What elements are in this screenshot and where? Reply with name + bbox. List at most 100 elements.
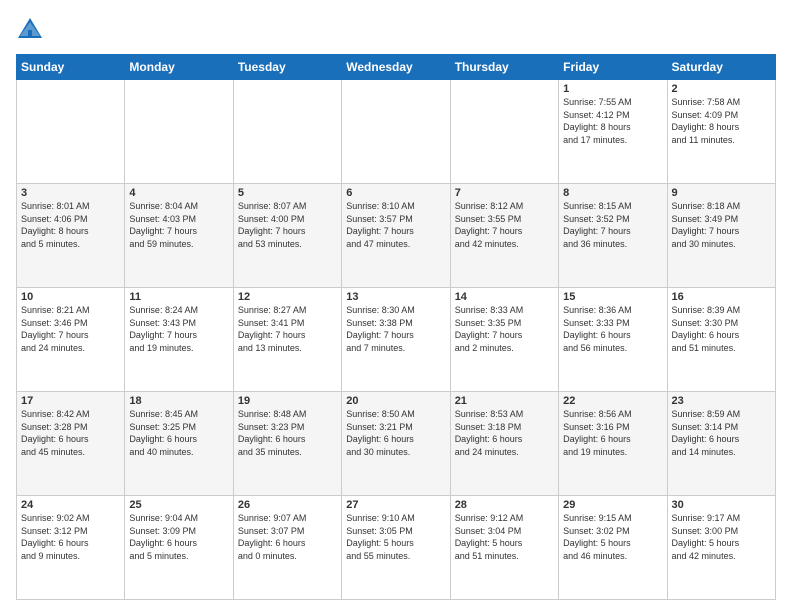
day-number: 17: [21, 395, 120, 407]
day-number: 13: [346, 291, 445, 303]
calendar-cell: 14Sunrise: 8:33 AM Sunset: 3:35 PM Dayli…: [450, 288, 558, 392]
weekday-header-friday: Friday: [559, 55, 667, 80]
calendar-week-row: 24Sunrise: 9:02 AM Sunset: 3:12 PM Dayli…: [17, 496, 776, 600]
calendar-cell: 30Sunrise: 9:17 AM Sunset: 3:00 PM Dayli…: [667, 496, 775, 600]
calendar-cell: 23Sunrise: 8:59 AM Sunset: 3:14 PM Dayli…: [667, 392, 775, 496]
day-info: Sunrise: 8:18 AM Sunset: 3:49 PM Dayligh…: [672, 200, 771, 250]
day-info: Sunrise: 8:39 AM Sunset: 3:30 PM Dayligh…: [672, 304, 771, 354]
calendar-cell: 15Sunrise: 8:36 AM Sunset: 3:33 PM Dayli…: [559, 288, 667, 392]
page: SundayMondayTuesdayWednesdayThursdayFrid…: [0, 0, 792, 612]
calendar-cell: [450, 80, 558, 184]
day-info: Sunrise: 9:10 AM Sunset: 3:05 PM Dayligh…: [346, 512, 445, 562]
day-number: 9: [672, 187, 771, 199]
calendar-cell: 9Sunrise: 8:18 AM Sunset: 3:49 PM Daylig…: [667, 184, 775, 288]
day-info: Sunrise: 7:58 AM Sunset: 4:09 PM Dayligh…: [672, 96, 771, 146]
weekday-header-wednesday: Wednesday: [342, 55, 450, 80]
day-number: 22: [563, 395, 662, 407]
day-info: Sunrise: 9:02 AM Sunset: 3:12 PM Dayligh…: [21, 512, 120, 562]
calendar-cell: 2Sunrise: 7:58 AM Sunset: 4:09 PM Daylig…: [667, 80, 775, 184]
calendar-cell: 10Sunrise: 8:21 AM Sunset: 3:46 PM Dayli…: [17, 288, 125, 392]
day-number: 15: [563, 291, 662, 303]
day-number: 21: [455, 395, 554, 407]
day-info: Sunrise: 9:07 AM Sunset: 3:07 PM Dayligh…: [238, 512, 337, 562]
calendar-cell: 4Sunrise: 8:04 AM Sunset: 4:03 PM Daylig…: [125, 184, 233, 288]
day-info: Sunrise: 8:59 AM Sunset: 3:14 PM Dayligh…: [672, 408, 771, 458]
day-info: Sunrise: 8:50 AM Sunset: 3:21 PM Dayligh…: [346, 408, 445, 458]
day-number: 20: [346, 395, 445, 407]
day-info: Sunrise: 7:55 AM Sunset: 4:12 PM Dayligh…: [563, 96, 662, 146]
calendar-cell: 1Sunrise: 7:55 AM Sunset: 4:12 PM Daylig…: [559, 80, 667, 184]
day-info: Sunrise: 9:17 AM Sunset: 3:00 PM Dayligh…: [672, 512, 771, 562]
weekday-header-row: SundayMondayTuesdayWednesdayThursdayFrid…: [17, 55, 776, 80]
day-info: Sunrise: 8:07 AM Sunset: 4:00 PM Dayligh…: [238, 200, 337, 250]
calendar-cell: [233, 80, 341, 184]
day-number: 3: [21, 187, 120, 199]
day-info: Sunrise: 8:53 AM Sunset: 3:18 PM Dayligh…: [455, 408, 554, 458]
calendar-cell: [342, 80, 450, 184]
day-info: Sunrise: 8:48 AM Sunset: 3:23 PM Dayligh…: [238, 408, 337, 458]
day-number: 14: [455, 291, 554, 303]
calendar-cell: 21Sunrise: 8:53 AM Sunset: 3:18 PM Dayli…: [450, 392, 558, 496]
weekday-header-tuesday: Tuesday: [233, 55, 341, 80]
calendar-week-row: 10Sunrise: 8:21 AM Sunset: 3:46 PM Dayli…: [17, 288, 776, 392]
day-number: 19: [238, 395, 337, 407]
day-info: Sunrise: 8:45 AM Sunset: 3:25 PM Dayligh…: [129, 408, 228, 458]
day-info: Sunrise: 8:33 AM Sunset: 3:35 PM Dayligh…: [455, 304, 554, 354]
logo: [16, 16, 48, 44]
header: [16, 16, 776, 44]
day-number: 23: [672, 395, 771, 407]
day-info: Sunrise: 8:56 AM Sunset: 3:16 PM Dayligh…: [563, 408, 662, 458]
calendar-cell: 8Sunrise: 8:15 AM Sunset: 3:52 PM Daylig…: [559, 184, 667, 288]
calendar-cell: 26Sunrise: 9:07 AM Sunset: 3:07 PM Dayli…: [233, 496, 341, 600]
calendar-table: SundayMondayTuesdayWednesdayThursdayFrid…: [16, 54, 776, 600]
day-number: 8: [563, 187, 662, 199]
day-number: 30: [672, 499, 771, 511]
weekday-header-thursday: Thursday: [450, 55, 558, 80]
day-number: 24: [21, 499, 120, 511]
weekday-header-saturday: Saturday: [667, 55, 775, 80]
day-number: 6: [346, 187, 445, 199]
day-number: 28: [455, 499, 554, 511]
calendar-cell: 3Sunrise: 8:01 AM Sunset: 4:06 PM Daylig…: [17, 184, 125, 288]
calendar-cell: 19Sunrise: 8:48 AM Sunset: 3:23 PM Dayli…: [233, 392, 341, 496]
day-info: Sunrise: 8:01 AM Sunset: 4:06 PM Dayligh…: [21, 200, 120, 250]
day-info: Sunrise: 8:04 AM Sunset: 4:03 PM Dayligh…: [129, 200, 228, 250]
calendar-cell: 17Sunrise: 8:42 AM Sunset: 3:28 PM Dayli…: [17, 392, 125, 496]
day-info: Sunrise: 9:04 AM Sunset: 3:09 PM Dayligh…: [129, 512, 228, 562]
day-info: Sunrise: 8:10 AM Sunset: 3:57 PM Dayligh…: [346, 200, 445, 250]
calendar-cell: 27Sunrise: 9:10 AM Sunset: 3:05 PM Dayli…: [342, 496, 450, 600]
weekday-header-monday: Monday: [125, 55, 233, 80]
logo-icon: [16, 16, 44, 44]
weekday-header-sunday: Sunday: [17, 55, 125, 80]
day-info: Sunrise: 8:27 AM Sunset: 3:41 PM Dayligh…: [238, 304, 337, 354]
calendar-cell: 12Sunrise: 8:27 AM Sunset: 3:41 PM Dayli…: [233, 288, 341, 392]
calendar-cell: 29Sunrise: 9:15 AM Sunset: 3:02 PM Dayli…: [559, 496, 667, 600]
day-number: 25: [129, 499, 228, 511]
day-number: 11: [129, 291, 228, 303]
day-info: Sunrise: 8:24 AM Sunset: 3:43 PM Dayligh…: [129, 304, 228, 354]
day-info: Sunrise: 8:42 AM Sunset: 3:28 PM Dayligh…: [21, 408, 120, 458]
calendar-cell: [125, 80, 233, 184]
day-number: 4: [129, 187, 228, 199]
calendar-cell: 7Sunrise: 8:12 AM Sunset: 3:55 PM Daylig…: [450, 184, 558, 288]
day-number: 1: [563, 83, 662, 95]
day-info: Sunrise: 8:21 AM Sunset: 3:46 PM Dayligh…: [21, 304, 120, 354]
day-info: Sunrise: 8:12 AM Sunset: 3:55 PM Dayligh…: [455, 200, 554, 250]
calendar-cell: 11Sunrise: 8:24 AM Sunset: 3:43 PM Dayli…: [125, 288, 233, 392]
day-info: Sunrise: 9:15 AM Sunset: 3:02 PM Dayligh…: [563, 512, 662, 562]
day-number: 2: [672, 83, 771, 95]
day-info: Sunrise: 8:15 AM Sunset: 3:52 PM Dayligh…: [563, 200, 662, 250]
day-info: Sunrise: 8:30 AM Sunset: 3:38 PM Dayligh…: [346, 304, 445, 354]
day-number: 5: [238, 187, 337, 199]
day-number: 7: [455, 187, 554, 199]
calendar-cell: [17, 80, 125, 184]
calendar-cell: 5Sunrise: 8:07 AM Sunset: 4:00 PM Daylig…: [233, 184, 341, 288]
day-number: 18: [129, 395, 228, 407]
day-number: 26: [238, 499, 337, 511]
day-number: 10: [21, 291, 120, 303]
calendar-week-row: 1Sunrise: 7:55 AM Sunset: 4:12 PM Daylig…: [17, 80, 776, 184]
day-number: 29: [563, 499, 662, 511]
day-info: Sunrise: 9:12 AM Sunset: 3:04 PM Dayligh…: [455, 512, 554, 562]
calendar-week-row: 3Sunrise: 8:01 AM Sunset: 4:06 PM Daylig…: [17, 184, 776, 288]
calendar-cell: 28Sunrise: 9:12 AM Sunset: 3:04 PM Dayli…: [450, 496, 558, 600]
